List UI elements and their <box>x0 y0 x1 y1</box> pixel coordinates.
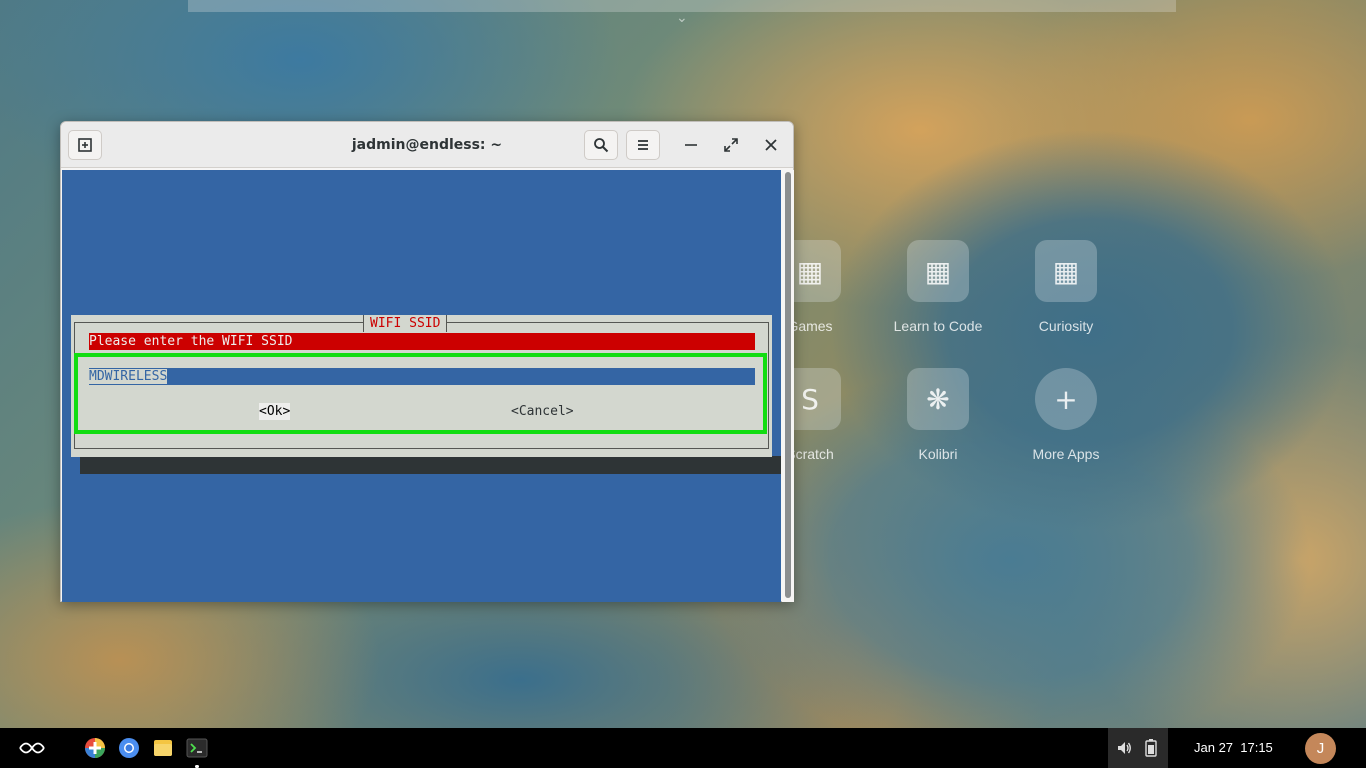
files-icon[interactable] <box>152 737 174 759</box>
cancel-button[interactable]: <Cancel> <box>511 403 574 420</box>
input-dialog: WIFI SSID Please enter the WIFI SSID MDW… <box>71 315 772 457</box>
close-icon <box>765 139 777 151</box>
dialog-shadow <box>80 456 781 474</box>
ssid-input[interactable]: MDWIRELESS <box>89 368 755 385</box>
hamburger-menu-icon <box>638 140 648 150</box>
system-tray[interactable] <box>1108 728 1168 768</box>
more-apps-icon: + <box>1035 368 1097 430</box>
terminal-scrollbar[interactable] <box>782 170 794 602</box>
taskbar: Jan 27 17:15 J <box>0 728 1366 768</box>
minimize-button[interactable] <box>676 130 706 160</box>
learn-to-code-folder-icon: ▦ <box>907 240 969 302</box>
window-titlebar[interactable]: jadmin@endless: ~ <box>61 122 793 168</box>
desktop-app-more-apps[interactable]: + More Apps <box>1006 368 1126 462</box>
ssid-input-value: MDWIRELESS <box>89 369 168 384</box>
chevron-down-icon[interactable]: ⌄ <box>676 10 688 26</box>
desktop-app-label: Kolibri <box>918 446 958 462</box>
new-tab-icon <box>78 138 92 152</box>
chromium-icon[interactable] <box>118 737 140 759</box>
dialog-title: WIFI SSID <box>363 315 448 332</box>
terminal-icon[interactable] <box>186 737 208 759</box>
scrollbar-thumb[interactable] <box>785 172 791 598</box>
terminal-window[interactable]: jadmin@endless: ~ WIFI SSID Please enter… <box>60 121 794 602</box>
battery-icon[interactable] <box>1140 737 1162 759</box>
maximize-button[interactable] <box>716 130 746 160</box>
dialog-prompt: Please enter the WIFI SSID <box>89 333 755 350</box>
new-tab-button[interactable] <box>68 130 102 160</box>
desktop-app-kolibri[interactable]: ❋ Kolibri <box>878 368 998 462</box>
search-icon <box>594 138 609 153</box>
menu-button[interactable] <box>626 130 660 160</box>
desktop-app-label: Learn to Code <box>893 318 983 334</box>
maximize-icon <box>724 138 738 152</box>
ok-button[interactable]: <Ok> <box>259 403 291 420</box>
desktop-app-label: More Apps <box>1032 446 1100 462</box>
terminal-view[interactable]: WIFI SSID Please enter the WIFI SSID MDW… <box>62 170 781 602</box>
minimize-icon <box>685 144 697 146</box>
user-avatar[interactable]: J <box>1305 733 1336 764</box>
app-center-icon[interactable] <box>84 737 106 759</box>
kolibri-icon: ❋ <box>907 368 969 430</box>
desktop-app-learn-to-code[interactable]: ▦ Learn to Code <box>878 240 998 334</box>
clock[interactable]: Jan 27 17:15 <box>1194 728 1273 768</box>
endless-logo-icon[interactable] <box>18 737 46 759</box>
volume-icon[interactable] <box>1113 737 1135 759</box>
desktop-app-curiosity[interactable]: ▦ Curiosity <box>1006 240 1126 334</box>
close-button[interactable] <box>756 130 786 160</box>
desktop-app-label: Curiosity <box>1038 318 1094 334</box>
search-button[interactable] <box>584 130 618 160</box>
curiosity-folder-icon: ▦ <box>1035 240 1097 302</box>
